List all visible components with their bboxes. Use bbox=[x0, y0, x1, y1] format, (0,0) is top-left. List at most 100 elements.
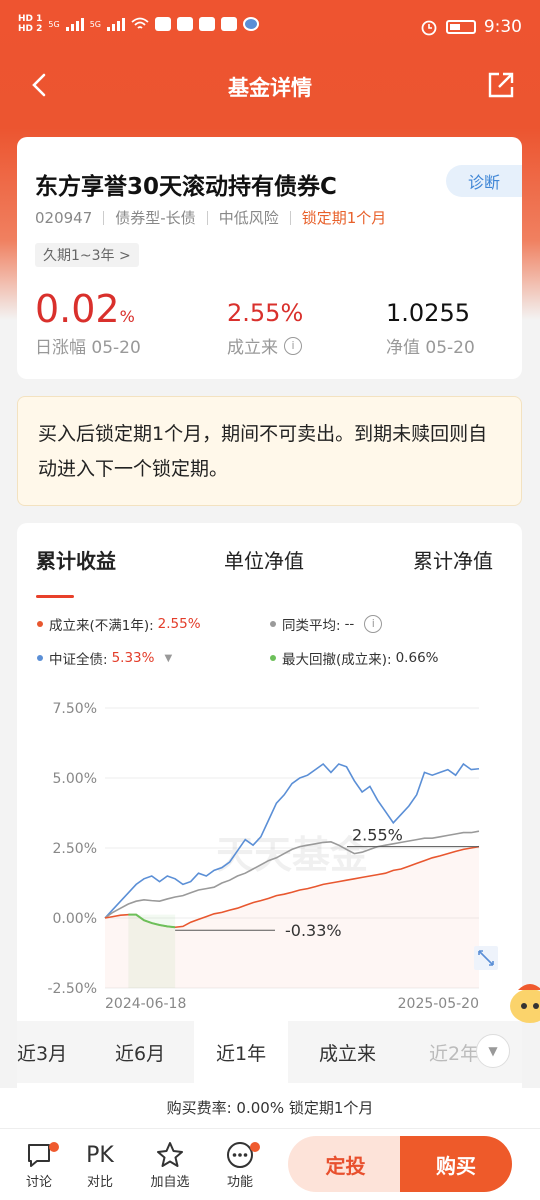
bottom-action-bar: 讨论 PK 对比 加自选 功能 定投 购买 bbox=[0, 1128, 540, 1200]
x-tick-label: 2025-05-20 bbox=[398, 996, 479, 1012]
fund-name: 东方享誉30天滚动持有债券C bbox=[35, 174, 337, 200]
x-tick-label: 2024-06-18 bbox=[105, 996, 186, 1012]
watermark: 天天基金 bbox=[216, 833, 369, 877]
fund-code: 020947 bbox=[35, 208, 93, 227]
legend-dot-drawdown bbox=[270, 655, 276, 661]
alarm-icon bbox=[421, 20, 437, 36]
discuss-button[interactable]: 讨论 bbox=[14, 1139, 64, 1190]
battery-icon bbox=[445, 20, 476, 34]
since-inception-stat: 2.55% 成立来 i bbox=[227, 299, 303, 358]
legend-fund-label: 成立来(不满1年): bbox=[49, 618, 154, 634]
share-icon[interactable] bbox=[486, 70, 516, 100]
legend-peer-value: -- bbox=[344, 616, 355, 632]
nav-bar: 基金详情 bbox=[0, 60, 540, 110]
legend-index-label: 中证全债: bbox=[49, 652, 108, 668]
legend-index-value: 5.33% bbox=[111, 650, 155, 666]
annotation-label: 2.55% bbox=[352, 826, 403, 845]
divider bbox=[206, 210, 208, 225]
legend-drawdown: 最大回撤(成立来): 0.66% bbox=[270, 648, 438, 668]
legend-peer-label: 同类平均: bbox=[282, 618, 341, 634]
badge-dot bbox=[250, 1142, 260, 1152]
y-tick-label: 7.50% bbox=[53, 701, 97, 717]
period-3m[interactable]: 近3月 bbox=[17, 1039, 67, 1066]
nav-value: 1.0255 bbox=[386, 299, 470, 327]
chevron-down-icon[interactable]: ▼ bbox=[164, 653, 172, 664]
legend-drawdown-value: 0.66% bbox=[395, 650, 439, 666]
buy-button[interactable]: 购买 bbox=[400, 1136, 512, 1192]
y-tick-label: -2.50% bbox=[47, 981, 97, 997]
page-title: 基金详情 bbox=[228, 76, 312, 100]
duration-tag[interactable]: 久期1~3年 > bbox=[35, 243, 139, 267]
legend-index[interactable]: 中证全债: 5.33% ▼ bbox=[37, 648, 172, 668]
signal-icon-2 bbox=[107, 17, 125, 31]
notification-icon bbox=[221, 17, 237, 31]
nav-stat: 1.0255 净值 05-20 bbox=[386, 299, 475, 358]
discuss-label: 讨论 bbox=[25, 1175, 52, 1190]
period-2y[interactable]: 近2年 bbox=[429, 1039, 479, 1066]
notification-icon bbox=[177, 17, 193, 31]
compare-label: 对比 bbox=[86, 1175, 113, 1190]
clock: 9:30 bbox=[483, 17, 522, 37]
fixed-investment-button[interactable]: 定投 bbox=[288, 1136, 403, 1192]
annotation-label: -0.33% bbox=[285, 921, 342, 940]
legend-drawdown-label: 最大回撤(成立来): bbox=[282, 652, 392, 668]
app-notification-icon bbox=[243, 17, 259, 31]
net-label-1: 5G bbox=[48, 19, 60, 29]
period-selector: 近3月 近6月 近1年 成立来 近2年 ▼ bbox=[17, 1021, 522, 1083]
star-icon bbox=[157, 1142, 183, 1167]
since-inception-value: 2.55% bbox=[227, 299, 304, 327]
return-chart[interactable]: 7.50% 5.00% 2.50% 0.00% -2.50% 天天基金2.55% -0.33… bbox=[17, 683, 522, 1013]
info-icon[interactable]: i bbox=[364, 615, 383, 633]
day-change-label: 日涨幅 05-20 bbox=[35, 338, 141, 358]
period-6m[interactable]: 近6月 bbox=[115, 1039, 165, 1066]
fund-risk: 中低风险 bbox=[218, 209, 279, 227]
legend-fund: 成立来(不满1年): 2.55% bbox=[37, 614, 201, 634]
functions-label: 功能 bbox=[226, 1175, 253, 1190]
tab-unit-nav[interactable]: 单位净值 bbox=[224, 545, 304, 574]
y-tick-label: 0.00% bbox=[53, 911, 97, 927]
sim1-label: HD 1 bbox=[18, 14, 43, 24]
divider bbox=[289, 210, 291, 225]
chart-card: 累计收益 单位净值 累计净值 成立来(不满1年): 2.55% 同类平均: -- i… bbox=[17, 523, 522, 1103]
legend-dot-peer bbox=[270, 621, 276, 627]
fund-info-card: 东方享誉30天滚动持有债券C 诊断 020947 债券型-长债 中低风险 锁定期… bbox=[17, 137, 522, 379]
nav-label: 净值 05-20 bbox=[386, 338, 475, 358]
tab-underline bbox=[36, 595, 74, 598]
legend-dot-fund bbox=[37, 621, 43, 627]
legend-peer: 同类平均: -- i bbox=[270, 614, 383, 634]
day-change-value: 0.02 bbox=[35, 287, 120, 331]
pk-icon: PK bbox=[86, 1142, 114, 1168]
legend-fund-value: 2.55% bbox=[157, 616, 201, 632]
notification-icon bbox=[155, 17, 171, 31]
chevron-down-icon[interactable]: ▼ bbox=[476, 1034, 510, 1068]
fund-meta: 020947 债券型-长债 中低风险 锁定期1个月 bbox=[35, 207, 386, 228]
diagnose-button[interactable]: 诊断 bbox=[446, 165, 522, 197]
divider bbox=[103, 210, 105, 225]
tab-cumulative-nav[interactable]: 累计净值 bbox=[413, 545, 493, 574]
day-change-unit: % bbox=[119, 307, 135, 326]
y-tick-label: 5.00% bbox=[53, 771, 97, 787]
wifi-icon bbox=[131, 17, 149, 29]
compare-button[interactable]: PK 对比 bbox=[75, 1139, 125, 1191]
signal-icon bbox=[65, 17, 84, 31]
period-since-inception[interactable]: 成立来 bbox=[319, 1039, 376, 1066]
add-watchlist-button[interactable]: 加自选 bbox=[145, 1139, 195, 1190]
mascot-icon[interactable] bbox=[508, 976, 540, 1028]
day-change-stat: 0.02% 日涨幅 05-20 bbox=[35, 287, 141, 358]
status-bar: HD 1 HD 2 5G 5G 9:30 bbox=[0, 0, 540, 60]
chart-tabs: 累计收益 单位净值 累计净值 bbox=[17, 545, 522, 598]
fund-type: 债券型-长债 bbox=[115, 209, 196, 227]
legend-dot-index bbox=[37, 655, 43, 661]
info-icon[interactable]: i bbox=[284, 336, 302, 355]
functions-button[interactable]: 功能 bbox=[215, 1139, 265, 1190]
y-tick-label: 2.50% bbox=[53, 841, 97, 857]
notification-icon bbox=[199, 17, 215, 31]
sim2-label: HD 2 bbox=[18, 24, 43, 34]
badge-dot bbox=[49, 1142, 59, 1152]
fund-lock-period: 锁定期1个月 bbox=[301, 209, 387, 227]
lock-notice: 买入后锁定期1个月，期间不可卖出。到期未赎回则自动进入下一个锁定期。 bbox=[17, 396, 522, 506]
tab-cumulative-return[interactable]: 累计收益 bbox=[36, 545, 116, 574]
add-watchlist-label: 加自选 bbox=[150, 1175, 190, 1190]
since-inception-label: 成立来 bbox=[227, 338, 278, 358]
period-1y[interactable]: 近1年 bbox=[194, 1021, 289, 1083]
